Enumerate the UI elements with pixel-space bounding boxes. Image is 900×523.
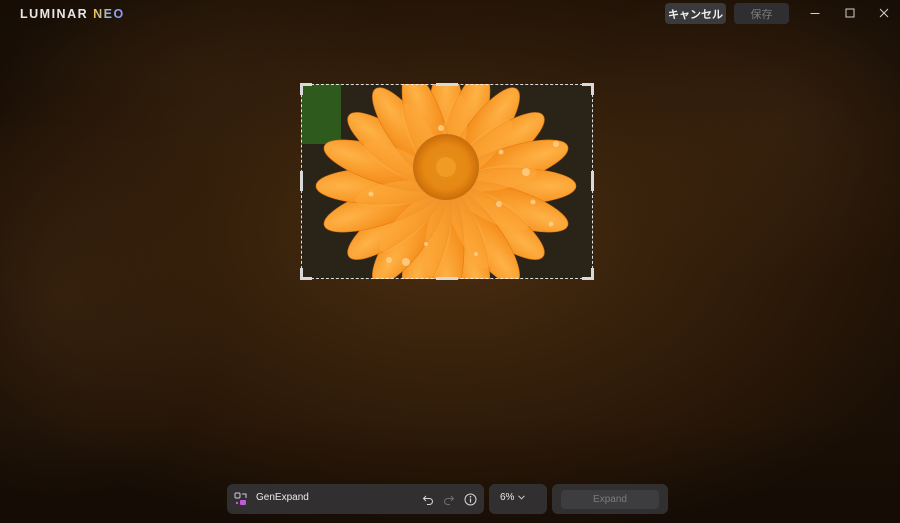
undo-icon [422,495,433,505]
genexpand-icon [234,492,248,506]
maximize-icon [845,8,855,18]
crop-handle-bottom[interactable] [436,277,458,280]
cancel-button[interactable]: キャンセル [665,3,726,24]
close-icon [879,8,889,18]
crop-handle-left[interactable] [300,171,303,191]
crop-handle-top[interactable] [436,83,458,86]
app-logo: LUMINAR NEO [20,7,125,21]
crop-handle-top-right-v[interactable] [591,83,594,95]
zoom-value: 6% [500,492,515,503]
logo-text-neo: NEO [93,7,125,21]
crop-handle-right[interactable] [591,171,594,191]
zoom-dropdown[interactable]: 6% [500,492,526,503]
chevron-down-icon [518,495,526,500]
crop-handle-bottom-right-v[interactable] [591,268,594,280]
save-button[interactable]: 保存 [734,3,789,24]
crop-handle-bottom-left-v[interactable] [300,268,303,280]
redo-icon [444,495,455,505]
tool-name-label: GenExpand [256,492,309,503]
minimize-icon [810,13,820,14]
info-button[interactable] [463,492,477,506]
undo-button[interactable] [421,492,435,506]
logo-text-main: LUMINAR [20,7,94,21]
crop-handle-top-left-v[interactable] [300,83,303,95]
canvas-photo[interactable] [301,84,593,279]
maximize-button[interactable] [835,4,865,22]
expand-button[interactable]: Expand [561,490,659,509]
luminar-neo-window: LUMINAR NEO キャンセル 保存 GenExpand 6% Expand [0,0,900,523]
minimize-button[interactable] [800,4,830,22]
flower-image [301,84,593,279]
close-button[interactable] [869,4,899,22]
redo-button[interactable] [442,492,456,506]
info-icon [464,493,476,505]
